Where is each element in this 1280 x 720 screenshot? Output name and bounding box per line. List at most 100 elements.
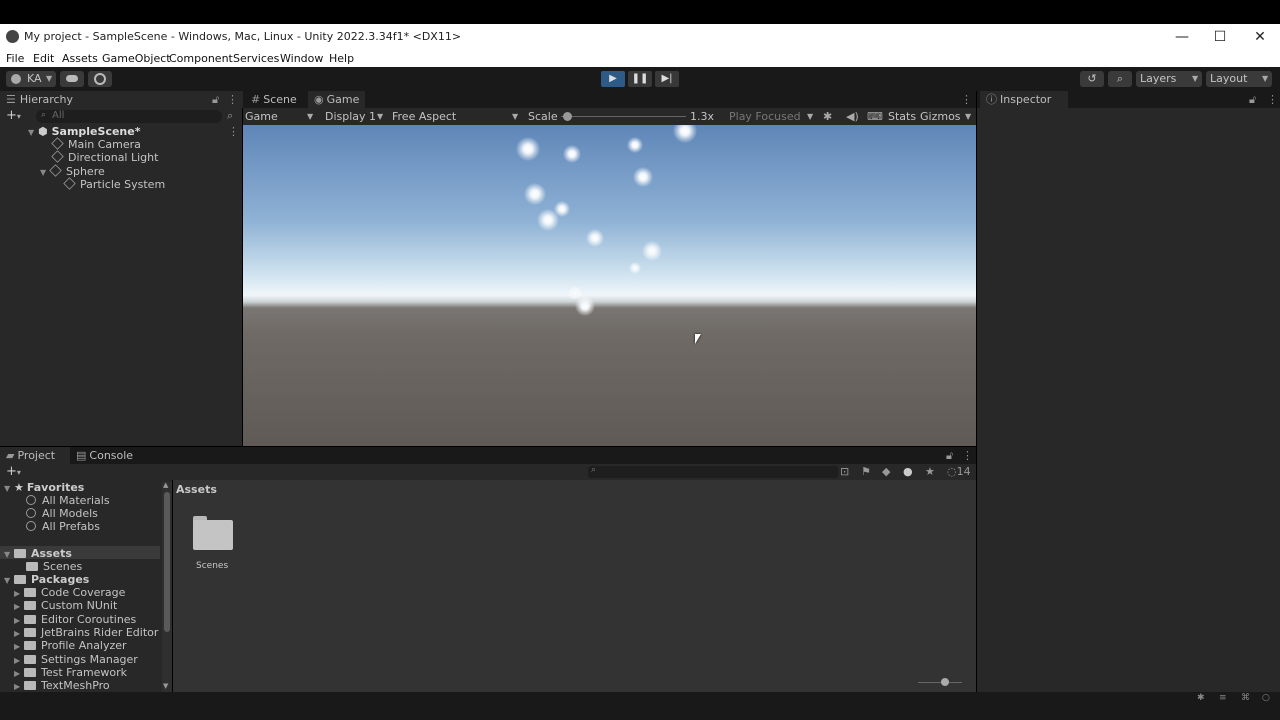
bug-icon[interactable]: ✱ — [1197, 693, 1205, 703]
search-button[interactable]: ⌕ — [1108, 71, 1132, 87]
tree-assets[interactable]: ▼ Assets — [4, 547, 72, 560]
folder-icon — [24, 681, 36, 690]
tab-game[interactable]: ◉ Game — [308, 91, 366, 108]
console-icon: ▤ — [76, 449, 87, 462]
hierarchy-item-label: Main Camera — [68, 138, 141, 151]
cloud-button[interactable] — [60, 71, 84, 87]
keyboard-icon[interactable]: ⌨ — [867, 108, 883, 125]
tree-packages[interactable]: ▼ Packages — [4, 573, 89, 586]
search-by-type-icon[interactable]: ⊡ — [840, 465, 849, 478]
tree-package[interactable]: ▶ Test Framework — [14, 666, 127, 679]
account-dropdown[interactable]: KA ▼ — [6, 71, 56, 87]
tree-favorite-item[interactable]: All Models — [26, 507, 98, 520]
maximize-button[interactable]: ☐ — [1201, 24, 1239, 50]
more-options-icon[interactable]: ⋮ — [227, 93, 238, 106]
hidden-packages-toggle[interactable]: ◌14 — [947, 465, 971, 478]
breadcrumb[interactable]: Assets — [176, 483, 217, 496]
tab-console[interactable]: ▤ Console — [70, 447, 139, 464]
tree-favorite-item[interactable]: All Prefabs — [26, 520, 100, 533]
tree-package[interactable]: ▶ Custom NUnit — [14, 599, 117, 612]
add-object-button[interactable]: +▾ — [6, 108, 21, 123]
favorite-star-icon[interactable]: ★ — [925, 465, 935, 478]
menu-edit[interactable]: Edit — [33, 52, 54, 65]
project-search-input[interactable]: ⌕ — [588, 465, 838, 478]
tree-package[interactable]: ▶ Profile Analyzer — [14, 639, 127, 652]
layers-dropdown[interactable]: Layers ▼ — [1136, 71, 1202, 87]
hierarchy-item-label: Directional Light — [68, 151, 159, 164]
scale-slider-thumb[interactable] — [563, 112, 573, 121]
tree-scrollbar[interactable]: ▲ ▼ — [162, 481, 172, 692]
more-options-icon[interactable]: ⋮ — [962, 449, 973, 462]
game-view-render[interactable] — [243, 125, 976, 446]
collab-settings-button[interactable] — [88, 71, 112, 87]
network-icon[interactable]: ⌘ — [1241, 693, 1250, 703]
chevron-down-icon: ▼ — [1192, 74, 1199, 83]
create-asset-button[interactable]: +▾ — [6, 464, 21, 479]
tab-project[interactable]: ▰ Project — [0, 447, 70, 464]
hierarchy-search-input[interactable]: ⌕ All — [36, 110, 222, 123]
asset-item-scenes[interactable]: Scenes — [193, 516, 233, 586]
search-by-label-icon[interactable]: ⚑ — [861, 465, 871, 478]
lock-icon[interactable]: 🔓︎ — [212, 93, 219, 107]
menu-file[interactable]: File — [6, 52, 24, 65]
close-button[interactable]: ✕ — [1241, 24, 1279, 50]
tab-inspector[interactable]: ⓘ Inspector — [980, 91, 1068, 108]
stack-icon[interactable]: ≡ — [1219, 693, 1227, 703]
play-mode-dropdown[interactable]: Play Focused ▼ — [729, 108, 815, 125]
scene-search-icon[interactable]: ⌕ — [227, 109, 233, 123]
pause-button[interactable]: ❚❚ — [628, 71, 652, 87]
hierarchy-item-main-camera[interactable]: Main Camera — [51, 137, 141, 151]
hierarchy-item-directional-light[interactable]: Directional Light — [51, 150, 159, 164]
tree-package[interactable]: ▶ Code Coverage — [14, 586, 125, 599]
scale-slider-track[interactable] — [561, 112, 686, 121]
bug-icon[interactable]: ✱ — [823, 108, 832, 125]
hierarchy-item-particle-system[interactable]: Particle System — [63, 177, 165, 191]
warning-filter-icon[interactable]: ● — [903, 465, 913, 478]
tab-console-label: Console — [89, 449, 134, 462]
hidden-count: 14 — [956, 465, 971, 478]
audio-icon[interactable]: ◀) — [846, 108, 859, 125]
scroll-down-icon[interactable]: ▼ — [163, 682, 168, 690]
icon-size-slider-thumb[interactable] — [941, 678, 949, 686]
menu-services[interactable]: Services — [233, 52, 279, 65]
lock-icon[interactable]: 🔓︎ — [946, 449, 953, 463]
aspect-dropdown[interactable]: Free Aspect ▼ — [392, 108, 522, 125]
play-button[interactable]: ▶ — [601, 71, 625, 87]
tree-package[interactable]: ▶ JetBrains Rider Editor — [14, 626, 158, 639]
tab-scene[interactable]: # Scene — [245, 91, 303, 108]
more-options-icon[interactable]: ⋮ — [1267, 93, 1278, 106]
menu-component[interactable]: Component — [169, 52, 233, 65]
lock-icon[interactable]: 🔓︎ — [1249, 93, 1256, 107]
tree-scrollbar-thumb[interactable] — [164, 492, 170, 632]
display-dropdown[interactable]: Display 1 ▼ — [325, 108, 387, 125]
star-icon: ★ — [14, 481, 24, 494]
tree-favorite-item[interactable]: All Materials — [26, 494, 110, 507]
scene-more-options-icon[interactable]: ⋮ — [228, 125, 239, 138]
expand-arrow-icon: ▶ — [14, 669, 21, 678]
hierarchy-item-sphere[interactable]: ▼ Sphere — [40, 164, 105, 178]
tab-hierarchy[interactable]: ☰ Hierarchy — [0, 91, 246, 108]
step-button[interactable]: ▶| — [655, 71, 679, 87]
folder-icon: ▰ — [6, 449, 15, 462]
layout-dropdown[interactable]: Layout ▼ — [1206, 71, 1272, 87]
tree-package[interactable]: ▶ TextMeshPro — [14, 679, 110, 692]
game-mode-dropdown[interactable]: Game ▼ — [245, 108, 317, 125]
stats-button[interactable]: Stats — [888, 108, 916, 125]
tree-package[interactable]: ▶ Editor Coroutines — [14, 613, 136, 626]
more-options-icon[interactable]: ⋮ — [961, 93, 972, 106]
menu-assets[interactable]: Assets — [62, 52, 98, 65]
tree-package[interactable]: ▶ Settings Manager — [14, 653, 138, 666]
tree-favorites[interactable]: ▼ ★ Favorites — [4, 481, 84, 494]
gizmos-dropdown[interactable]: Gizmos ▼ — [920, 108, 974, 125]
menu-window[interactable]: Window — [280, 52, 323, 65]
window-title-bar: My project - SampleScene - Windows, Mac,… — [0, 24, 1280, 50]
tree-folder-scenes[interactable]: Scenes — [26, 560, 82, 573]
menu-gameobject[interactable]: GameObject — [102, 52, 171, 65]
icon-size-slider[interactable] — [918, 678, 962, 686]
hierarchy-item-samplescene[interactable]: ▼ ⬢ SampleScene* — [28, 125, 140, 138]
undo-history-button[interactable]: ↺ — [1080, 71, 1104, 87]
menu-help[interactable]: Help — [329, 52, 354, 65]
tag-icon[interactable]: ◆ — [882, 465, 890, 478]
minimize-button[interactable]: — — [1163, 24, 1201, 50]
scroll-up-icon[interactable]: ▲ — [163, 481, 168, 489]
